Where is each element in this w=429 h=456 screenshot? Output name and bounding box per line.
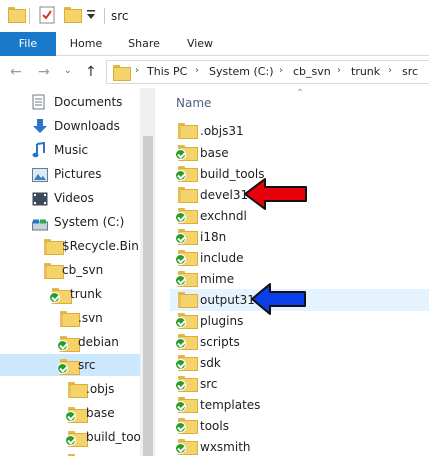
breadcrumb-src[interactable]: src (402, 65, 418, 78)
file-row[interactable]: include (170, 247, 429, 269)
nav-item-label: Documents (54, 95, 123, 109)
ribbon-tabs: File Home Share View (0, 32, 429, 56)
folder-icon (44, 263, 64, 279)
tab-file[interactable]: File (0, 32, 56, 56)
file-list-pane: ⌃ Name .objs31 base build_tools devel31 … (156, 88, 429, 456)
music-icon (32, 141, 46, 165)
window-title: src (111, 9, 129, 23)
back-arrow-icon[interactable]: ← (10, 64, 22, 80)
file-row[interactable]: i18n (170, 226, 429, 248)
title-bar: src (0, 0, 429, 32)
forward-arrow-icon[interactable]: → (38, 64, 50, 80)
file-row[interactable]: .objs31 (170, 120, 429, 142)
address-row: ← → ⌄ ↑ › This PC › System (C:) › cb_svn… (0, 57, 429, 87)
breadcrumb-separator[interactable]: › (279, 65, 283, 76)
nav-item-label: .objs (86, 382, 115, 396)
file-name: include (200, 251, 244, 265)
folder-icon (178, 122, 198, 144)
pictures-icon (32, 167, 48, 189)
nav-item-label: $Recycle.Bin (62, 239, 139, 253)
up-arrow-icon[interactable]: ↑ (85, 64, 97, 80)
nav-item-label: Pictures (54, 167, 102, 181)
nav-scrollbar-thumb[interactable] (143, 136, 153, 456)
title-separator (104, 8, 105, 24)
file-name: sdk (200, 356, 221, 370)
file-name: mime (200, 272, 235, 286)
folder-icon (8, 7, 26, 24)
file-row[interactable]: wxsmith (170, 436, 429, 456)
file-name: src (200, 377, 218, 391)
blue-arrow-annotation (251, 283, 306, 315)
folder-svn-ok-icon (65, 406, 88, 428)
folder-svn-ok-icon (57, 358, 80, 380)
file-name: wxsmith (200, 440, 251, 454)
file-row[interactable]: templates (170, 394, 429, 416)
nav-item-label: Downloads (54, 119, 120, 133)
file-name: output31 (200, 293, 255, 307)
breadcrumb-separator[interactable]: › (388, 65, 392, 76)
navigation-pane: Documents Downloads Music Pictures Video… (0, 88, 140, 456)
folder-svn-ok-icon (65, 430, 88, 452)
nav-item-label: .svn (78, 311, 103, 325)
nav-item-label: Videos (54, 191, 94, 205)
file-name: devel31 (200, 188, 249, 202)
folder-icon (60, 311, 80, 327)
videos-icon (32, 191, 48, 213)
nav-item-label: build_tool (86, 430, 140, 444)
red-arrow-annotation (244, 178, 307, 210)
folder-icon (113, 65, 131, 82)
file-row[interactable]: base (170, 142, 429, 164)
file-name: plugins (200, 314, 244, 328)
nav-item-label: trunk (70, 287, 102, 301)
breadcrumb-this-pc[interactable]: This PC (147, 65, 187, 78)
folder-svn-ok-icon (49, 287, 72, 309)
new-folder-icon[interactable] (64, 7, 82, 24)
file-row[interactable]: src (170, 373, 429, 395)
nav-item-label: debian (78, 335, 119, 349)
address-bar[interactable]: › This PC › System (C:) › cb_svn › trunk… (106, 60, 429, 84)
nav-item-label: Music (54, 143, 89, 157)
file-name: exchndl (200, 209, 247, 223)
breadcrumb-cb-svn[interactable]: cb_svn (293, 65, 331, 78)
folder-svn-ok-icon (175, 438, 198, 456)
nav-item-label: src (78, 358, 96, 372)
folder-icon (44, 239, 64, 255)
folder-icon (68, 382, 88, 398)
file-name: i18n (200, 230, 227, 244)
downloads-icon (32, 118, 48, 141)
tab-view[interactable]: View (175, 32, 225, 56)
nav-item-label: System (C:) (54, 215, 125, 229)
file-name: tools (200, 419, 229, 433)
drive-icon (32, 216, 48, 238)
nav-item-label: base (86, 406, 115, 420)
file-row[interactable]: sdk (170, 352, 429, 374)
column-header-name[interactable]: Name (176, 96, 211, 110)
title-separator (29, 8, 30, 24)
file-row[interactable]: tools (170, 415, 429, 437)
sort-ascending-icon: ⌃ (296, 88, 305, 99)
breadcrumb-separator[interactable]: › (135, 65, 139, 76)
breadcrumb-trunk[interactable]: trunk (351, 65, 380, 78)
documents-icon (32, 94, 46, 117)
recent-locations-chevron-icon[interactable]: ⌄ (64, 66, 72, 76)
file-row[interactable]: scripts (170, 331, 429, 353)
properties-icon[interactable] (39, 6, 55, 27)
file-name: base (200, 146, 229, 160)
nav-item-src[interactable]: src (0, 354, 140, 376)
breadcrumb-separator[interactable]: › (195, 65, 199, 76)
file-name: .objs31 (200, 124, 244, 138)
tab-home[interactable]: Home (60, 32, 112, 56)
file-name: templates (200, 398, 261, 412)
file-name: scripts (200, 335, 240, 349)
nav-item-label: cb_svn (62, 263, 104, 277)
breadcrumb-separator[interactable]: › (337, 65, 341, 76)
breadcrumb-system-c[interactable]: System (C:) (209, 65, 274, 78)
tab-share[interactable]: Share (118, 32, 170, 56)
customize-toolbar-icon[interactable] (86, 9, 96, 24)
